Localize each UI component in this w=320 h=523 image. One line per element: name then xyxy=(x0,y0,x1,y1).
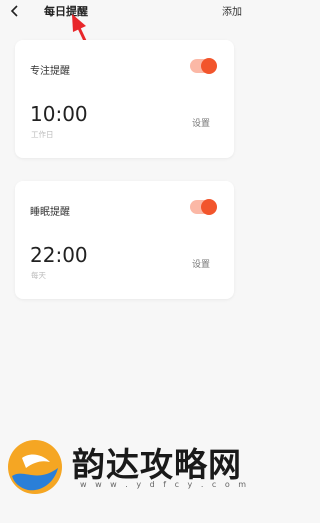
reminder-toggle[interactable] xyxy=(190,58,217,74)
reminder-repeat: 每天 xyxy=(31,271,46,280)
back-arrow-icon[interactable] xyxy=(9,4,21,18)
reminder-label: 睡眠提醒 xyxy=(30,207,70,218)
reminder-label: 专注提醒 xyxy=(30,66,70,77)
reminder-card-sleep: 睡眠提醒 22:00 每天 设置 xyxy=(15,181,234,299)
toggle-knob xyxy=(201,199,217,215)
reminder-setting-button[interactable]: 设置 xyxy=(192,116,210,129)
reminder-repeat: 工作日 xyxy=(31,130,54,139)
reminder-time: 10:00 xyxy=(30,102,88,126)
site-logo-icon xyxy=(8,440,62,494)
reminder-time: 22:00 xyxy=(30,243,88,267)
reminder-card-focus: 专注提醒 10:00 工作日 设置 xyxy=(15,40,234,158)
top-bar: 每日提醒 添加 xyxy=(0,0,252,22)
reminder-setting-button[interactable]: 设置 xyxy=(192,257,210,270)
watermark-title: 韵达攻略网 xyxy=(72,445,242,484)
page-title: 每日提醒 xyxy=(44,5,88,18)
add-button[interactable]: 添加 xyxy=(222,3,242,18)
watermark: 韵达攻略网 w w w . y d f c y . c o m xyxy=(0,430,252,523)
toggle-knob xyxy=(201,58,217,74)
reminder-toggle[interactable] xyxy=(190,199,217,215)
watermark-url: w w w . y d f c y . c o m xyxy=(80,480,250,489)
